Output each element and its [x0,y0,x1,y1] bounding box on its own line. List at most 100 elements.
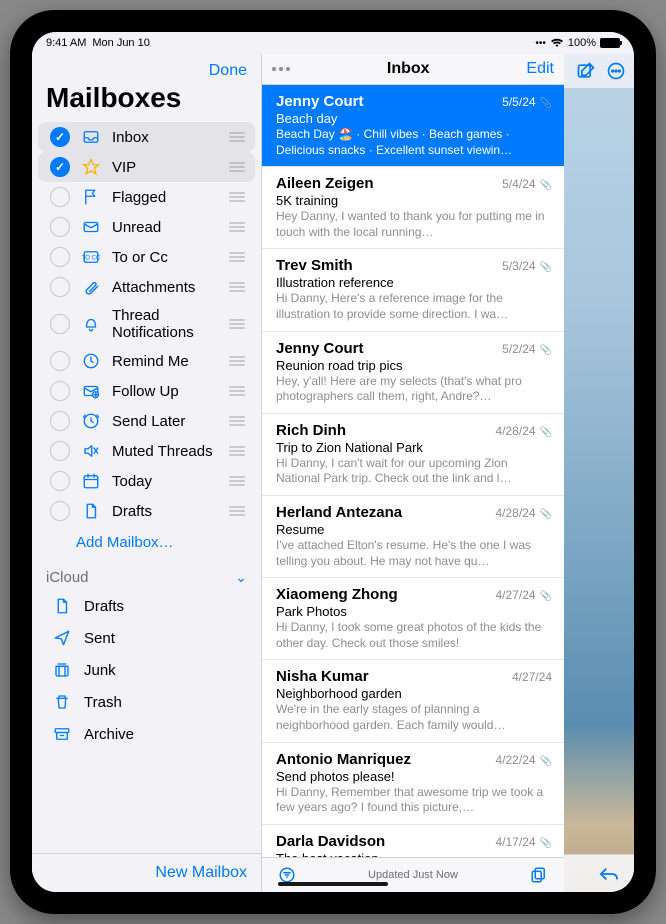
mailbox-label: To or Cc [112,249,219,266]
more-icon[interactable] [606,61,626,81]
folder-trash[interactable]: Trash [32,686,261,718]
reorder-handle-icon[interactable] [229,476,245,486]
mailbox-row-remind-me[interactable]: Remind Me [38,346,255,376]
mailbox-row-send-later[interactable]: Send Later [38,406,255,436]
wifi-icon [550,38,564,48]
folder-label: Junk [84,662,116,679]
archive-icon [52,725,72,743]
reorder-handle-icon[interactable] [229,319,245,329]
mailbox-row-to-or-cc[interactable]: TO CC To or Cc [38,242,255,272]
reorder-handle-icon[interactable] [229,192,245,202]
checkbox[interactable] [50,247,70,267]
chevron-down-icon[interactable]: ⌄ [235,569,247,586]
checkbox[interactable] [50,351,70,371]
folder-drafts[interactable]: Drafts [32,590,261,622]
message-sender: Xiaomeng Zhong [276,586,398,603]
message-row[interactable]: Xiaomeng Zhong 4/27/24📎 Park Photos Hi D… [262,578,564,660]
message-row[interactable]: Herland Antezana 4/28/24📎 Resume I've at… [262,496,564,578]
message-sender: Nisha Kumar [276,668,369,685]
star-icon [80,158,102,176]
reorder-handle-icon[interactable] [229,506,245,516]
mailbox-label: Drafts [112,503,219,520]
reorder-handle-icon[interactable] [229,282,245,292]
folder-sent[interactable]: Sent [32,622,261,654]
tocc-icon: TO CC [80,248,102,266]
svg-text:TO CC: TO CC [82,255,100,261]
calendar-icon [80,472,102,490]
checkbox[interactable] [50,217,70,237]
mailbox-row-inbox[interactable]: Inbox [38,122,255,152]
checkbox[interactable] [50,441,70,461]
reorder-handle-icon[interactable] [229,162,245,172]
send-icon [52,629,72,647]
checkbox[interactable] [50,471,70,491]
folder-label: Sent [84,630,115,647]
checkbox[interactable] [50,187,70,207]
paperclip-icon: 📎 [540,838,552,849]
checkbox[interactable] [50,277,70,297]
mailboxes-sidebar: Done Mailboxes Inbox VIP Flagged Unread … [32,54,262,892]
mailbox-row-vip[interactable]: VIP [38,152,255,182]
junk-icon [52,661,72,679]
folder-junk[interactable]: Junk [32,654,261,686]
message-date: 4/27/24📎 [496,588,553,602]
folder-label: Archive [84,726,134,743]
edit-button[interactable]: Edit [526,60,554,78]
compose-icon[interactable] [576,61,596,81]
message-row[interactable]: Darla Davidson 4/17/24📎 The best vacatio… [262,825,564,857]
checkbox[interactable] [50,381,70,401]
message-preview: Hey Danny, I wanted to thank you for put… [276,209,552,240]
reorder-handle-icon[interactable] [229,416,245,426]
mailbox-row-thread-notifications[interactable]: Thread Notifications [38,302,255,346]
reorder-handle-icon[interactable] [229,446,245,456]
reorder-handle-icon[interactable] [229,356,245,366]
mailbox-row-today[interactable]: Today [38,466,255,496]
message-subject: 5K training [276,193,552,208]
folder-archive[interactable]: Archive [32,718,261,750]
checkbox[interactable] [50,501,70,521]
message-preview: Beach Day 🏖️ · Chill vibes · Beach games… [276,127,552,158]
checkbox[interactable] [50,157,70,177]
stack-icon[interactable] [530,866,548,884]
flag-icon [80,188,102,206]
account-name[interactable]: iCloud [46,569,89,586]
message-sender: Darla Davidson [276,833,385,850]
mailbox-row-unread[interactable]: Unread [38,212,255,242]
reply-icon[interactable] [598,865,620,883]
mailbox-row-muted-threads[interactable]: Muted Threads [38,436,255,466]
new-mailbox-button[interactable]: New Mailbox [155,864,247,882]
mailbox-row-drafts[interactable]: Drafts [38,496,255,526]
message-subject: Send photos please! [276,769,552,784]
mailbox-row-flagged[interactable]: Flagged [38,182,255,212]
doc-icon [52,597,72,615]
reorder-handle-icon[interactable] [229,386,245,396]
window-dots-icon[interactable] [272,67,290,71]
message-row[interactable]: Trev Smith 5/3/24📎 Illustration referenc… [262,249,564,331]
reorder-handle-icon[interactable] [229,132,245,142]
message-subject: Reunion road trip pics [276,358,552,373]
done-button[interactable]: Done [209,62,247,80]
message-row[interactable]: Rich Dinh 4/28/24📎 Trip to Zion National… [262,414,564,496]
inbox-title: Inbox [387,60,430,78]
message-date: 5/5/24📎 [502,95,552,109]
home-indicator[interactable] [278,882,388,886]
mailbox-label: Send Later [112,413,219,430]
message-row[interactable]: Antonio Manriquez 4/22/24📎 Send photos p… [262,743,564,825]
message-row[interactable]: Jenny Court 5/2/24📎 Reunion road trip pi… [262,332,564,414]
message-preview: I've attached Elton's resume. He's the o… [276,538,552,569]
add-mailbox-button[interactable]: Add Mailbox… [32,526,261,559]
doc-icon [80,502,102,520]
checkbox[interactable] [50,127,70,147]
mailbox-label: Muted Threads [112,443,219,460]
status-time: 9:41 AM [46,37,86,49]
mailbox-row-attachments[interactable]: Attachments [38,272,255,302]
reorder-handle-icon[interactable] [229,222,245,232]
checkbox[interactable] [50,314,70,334]
checkbox[interactable] [50,411,70,431]
message-row[interactable]: Aileen Zeigen 5/4/24📎 5K training Hey Da… [262,167,564,249]
paperclip-icon: 📎 [540,180,552,191]
reorder-handle-icon[interactable] [229,252,245,262]
message-row[interactable]: Jenny Court 5/5/24📎 Beach day Beach Day … [262,85,564,167]
mailbox-row-follow-up[interactable]: Follow Up [38,376,255,406]
message-row[interactable]: Nisha Kumar 4/27/24 Neighborhood garden … [262,660,564,742]
